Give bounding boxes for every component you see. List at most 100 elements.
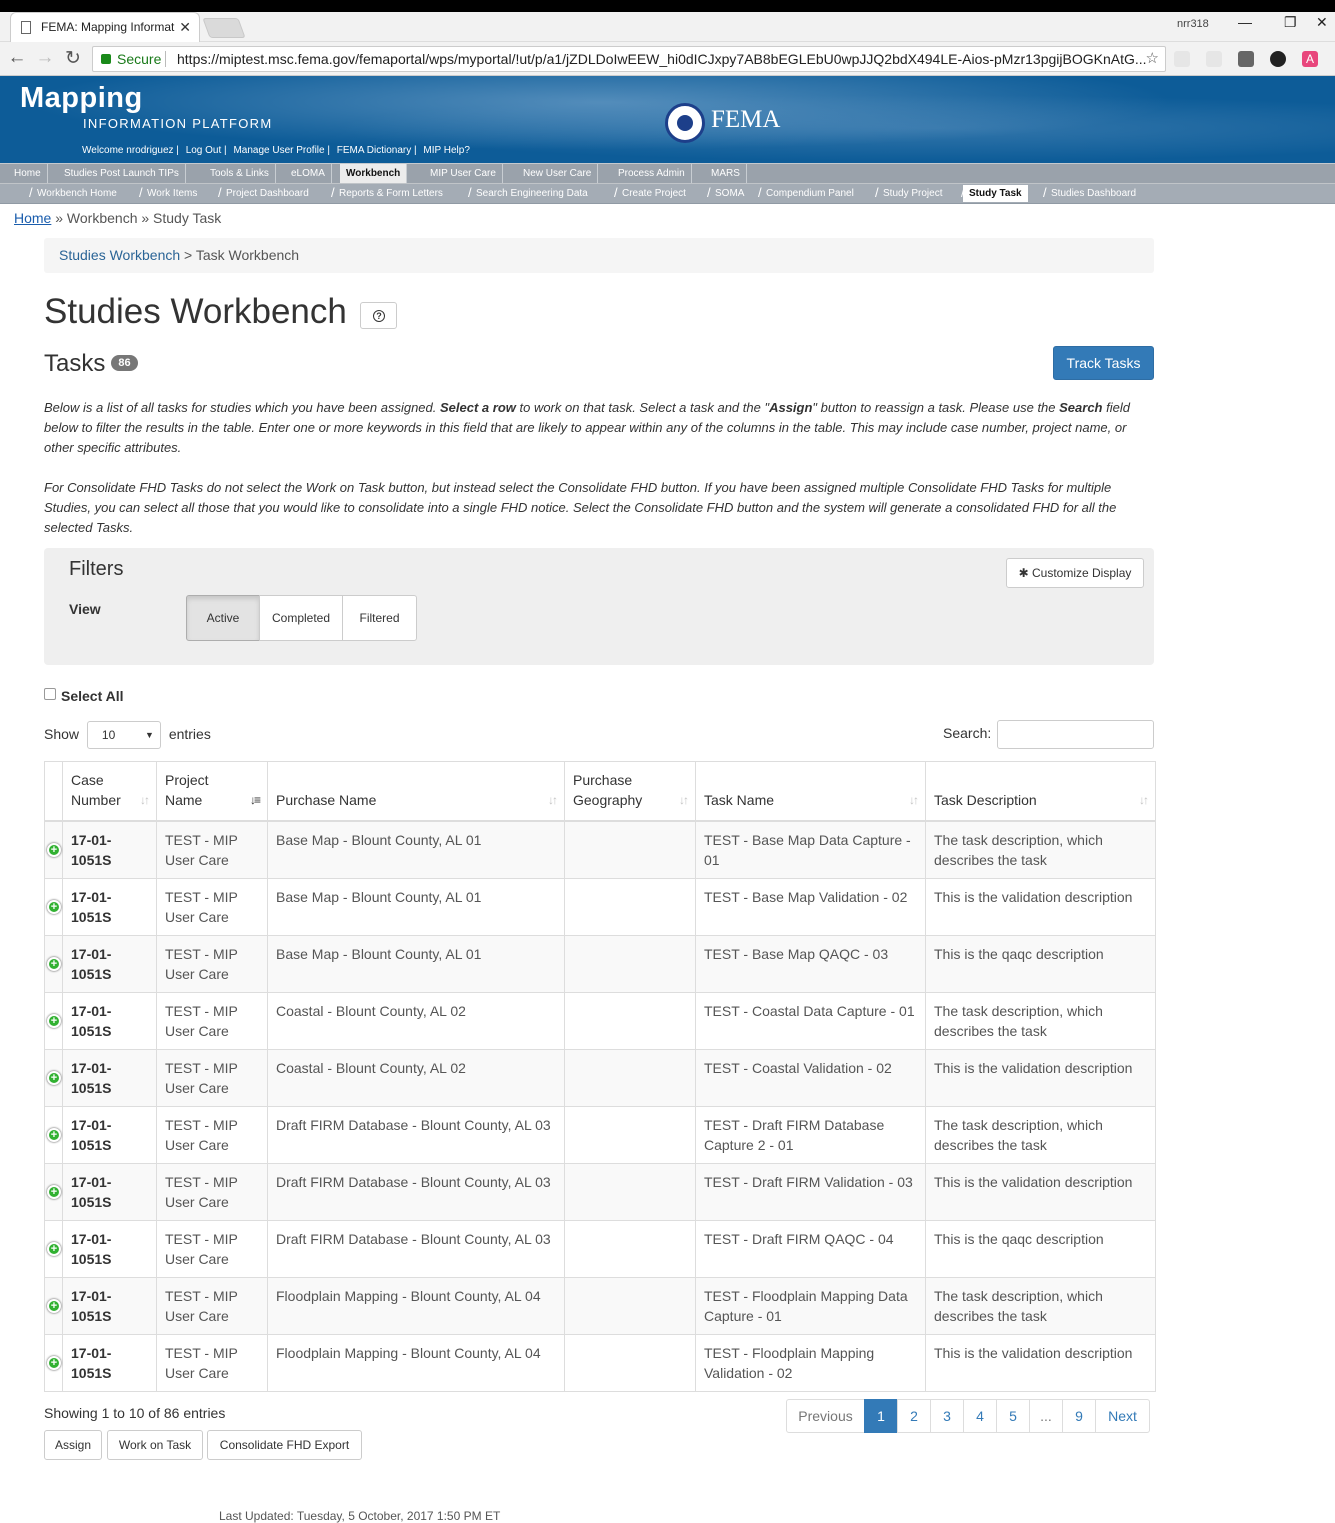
circle-extension-icon[interactable] xyxy=(1270,51,1286,67)
column-header-project-name[interactable]: Project Name ↓≡ xyxy=(156,761,268,822)
expand-row-icon[interactable]: + xyxy=(47,1356,61,1370)
expand-row-icon[interactable]: + xyxy=(47,1128,61,1142)
minimize-icon[interactable]: — xyxy=(1238,14,1252,30)
track-tasks-button[interactable]: Track Tasks xyxy=(1053,346,1154,380)
nav-item-tools-links[interactable]: Tools & Links xyxy=(204,164,276,183)
nav-item-workbench[interactable]: Workbench xyxy=(340,164,408,183)
page-previous[interactable]: Previous xyxy=(786,1399,865,1433)
select-all-checkbox[interactable] xyxy=(44,688,56,701)
work-on-task-button[interactable]: Work on Task xyxy=(107,1430,203,1460)
select-all[interactable]: Select All xyxy=(44,688,124,704)
row-expand-cell[interactable]: + xyxy=(44,935,63,993)
browser-tab[interactable]: FEMA: Mapping Informat ✕ xyxy=(10,12,200,42)
page-1[interactable]: 1 xyxy=(864,1399,898,1433)
view-active-button[interactable]: Active xyxy=(186,595,260,641)
new-tab-button[interactable] xyxy=(202,18,246,38)
expand-row-icon[interactable]: + xyxy=(47,843,61,857)
subnav-item-studies-dashboard[interactable]: Studies Dashboard xyxy=(1045,185,1142,202)
expand-row-icon[interactable]: + xyxy=(47,1299,61,1313)
row-expand-cell[interactable]: + xyxy=(44,1334,63,1392)
forward-icon[interactable]: → xyxy=(34,47,56,69)
site-logo-title[interactable]: Mapping xyxy=(20,82,143,115)
maximize-icon[interactable]: ❐ xyxy=(1284,14,1297,31)
page-5[interactable]: 5 xyxy=(996,1399,1030,1433)
studies-workbench-link[interactable]: Studies Workbench xyxy=(59,247,180,263)
subnav-item-workbench-home[interactable]: Workbench Home xyxy=(31,185,123,202)
subnav-item-project-dashboard[interactable]: Project Dashboard xyxy=(220,185,315,202)
nav-item-mip-user-care[interactable]: MIP User Care xyxy=(424,164,503,183)
assign-button[interactable]: Assign xyxy=(44,1430,102,1460)
consolidate-fhd-export-button[interactable]: Consolidate FHD Export xyxy=(207,1430,362,1460)
url-bar[interactable]: Secure https://miptest.msc.fema.gov/fema… xyxy=(92,46,1166,72)
logout-link[interactable]: Log Out | xyxy=(186,145,227,156)
column-header-task-name[interactable]: Task Name ↓↑ xyxy=(695,761,926,822)
row-expand-cell[interactable]: + xyxy=(44,878,63,936)
column-header-case-number[interactable]: Case Number ↓↑ xyxy=(62,761,157,822)
subnav-item-study-task[interactable]: Study Task xyxy=(963,185,1028,202)
table-row[interactable]: +17-01-1051S TEST - MIP User Care Base Map… xyxy=(44,820,1156,879)
row-expand-cell[interactable]: + xyxy=(44,820,63,879)
sort-icon[interactable]: ↓↑ xyxy=(1139,790,1149,810)
subnav-item-search-engineering-data[interactable]: Search Engineering Data xyxy=(470,185,594,202)
reload-icon[interactable]: ↻ xyxy=(62,47,84,70)
sort-ascending-icon[interactable]: ↓≡ xyxy=(250,790,261,810)
row-expand-cell[interactable]: + xyxy=(44,1277,63,1335)
expand-row-icon[interactable]: + xyxy=(47,1014,61,1028)
table-row[interactable]: +17-01-1051S TEST - MIP User Care Floodpla… xyxy=(44,1334,1156,1392)
view-completed-button[interactable]: Completed xyxy=(259,595,343,641)
nav-item-home[interactable]: Home xyxy=(8,164,48,183)
row-expand-cell[interactable]: + xyxy=(44,992,63,1050)
table-row[interactable]: +17-01-1051S TEST - MIP User Care Draft FI… xyxy=(44,1106,1156,1164)
table-row[interactable]: +17-01-1051S TEST - MIP User Care Coastal … xyxy=(44,1049,1156,1107)
camera-extension-icon[interactable] xyxy=(1174,51,1190,67)
nav-item-studies-post-launch-tips[interactable]: Studies Post Launch TIPs xyxy=(58,164,186,183)
subnav-item-soma[interactable]: SOMA xyxy=(709,185,750,202)
subnav-item-create-project[interactable]: Create Project xyxy=(616,185,692,202)
expand-row-icon[interactable]: + xyxy=(47,1242,61,1256)
subnav-item-compendium-panel[interactable]: Compendium Panel xyxy=(760,185,860,202)
page-next[interactable]: Next xyxy=(1095,1399,1150,1433)
row-expand-cell[interactable]: + xyxy=(44,1163,63,1221)
customize-display-button[interactable]: ✱ Customize Display xyxy=(1006,558,1144,588)
table-row[interactable]: +17-01-1051S TEST - MIP User Care Floodpla… xyxy=(44,1277,1156,1335)
expand-row-icon[interactable]: + xyxy=(47,957,61,971)
sort-icon[interactable]: ↓↑ xyxy=(909,790,919,810)
table-row[interactable]: +17-01-1051S TEST - MIP User Care Base Map… xyxy=(44,935,1156,993)
column-header-task-description[interactable]: Task Description ↓↑ xyxy=(925,761,1156,822)
page-2[interactable]: 2 xyxy=(897,1399,931,1433)
breadcrumb-home-link[interactable]: Home xyxy=(14,210,51,226)
column-header-purchase-geography[interactable]: Purchase Geography ↓↑ xyxy=(564,761,696,822)
page-4[interactable]: 4 xyxy=(963,1399,997,1433)
back-icon[interactable]: ← xyxy=(6,47,28,69)
table-row[interactable]: +17-01-1051S TEST - MIP User Care Base Map… xyxy=(44,878,1156,936)
close-window-icon[interactable]: ✕ xyxy=(1316,14,1328,31)
table-row[interactable]: +17-01-1051S TEST - MIP User Care Coastal … xyxy=(44,992,1156,1050)
page-length-select[interactable]: 10 ▼ xyxy=(86,721,161,750)
close-tab-icon[interactable]: ✕ xyxy=(179,13,191,41)
profile-name[interactable]: nrr318 xyxy=(1177,18,1209,30)
table-row[interactable]: +17-01-1051S TEST - MIP User Care Draft FI… xyxy=(44,1163,1156,1221)
expand-row-icon[interactable]: + xyxy=(47,900,61,914)
bookmark-star-icon[interactable]: ☆ xyxy=(1146,47,1159,71)
row-expand-cell[interactable]: + xyxy=(44,1049,63,1107)
help-button[interactable]: ? xyxy=(360,302,397,329)
manage-profile-link[interactable]: Manage User Profile | xyxy=(233,145,330,156)
nav-item-mars[interactable]: MARS xyxy=(705,164,747,183)
table-row[interactable]: +17-01-1051S TEST - MIP User Care Draft FI… xyxy=(44,1220,1156,1278)
acrobat-extension-icon[interactable]: A xyxy=(1302,51,1318,67)
sort-icon[interactable]: ↓↑ xyxy=(679,790,689,810)
sort-icon[interactable]: ↓↑ xyxy=(548,790,558,810)
view-filtered-button[interactable]: Filtered xyxy=(342,595,417,641)
row-expand-cell[interactable]: + xyxy=(44,1220,63,1278)
expand-row-icon[interactable]: + xyxy=(47,1071,61,1085)
sort-icon[interactable]: ↓↑ xyxy=(140,790,150,810)
nav-item-new-user-care[interactable]: New User Care xyxy=(517,164,599,183)
column-header-purchase-name[interactable]: Purchase Name ↓↑ xyxy=(267,761,565,822)
row-expand-cell[interactable]: + xyxy=(44,1106,63,1164)
nav-item-process-admin[interactable]: Process Admin xyxy=(612,164,692,183)
subnav-item-reports-form-letters[interactable]: Reports & Form Letters xyxy=(333,185,449,202)
search-input[interactable] xyxy=(997,720,1154,749)
page-3[interactable]: 3 xyxy=(930,1399,964,1433)
nav-item-eloma[interactable]: eLOMA xyxy=(285,164,332,183)
page-9[interactable]: 9 xyxy=(1062,1399,1096,1433)
